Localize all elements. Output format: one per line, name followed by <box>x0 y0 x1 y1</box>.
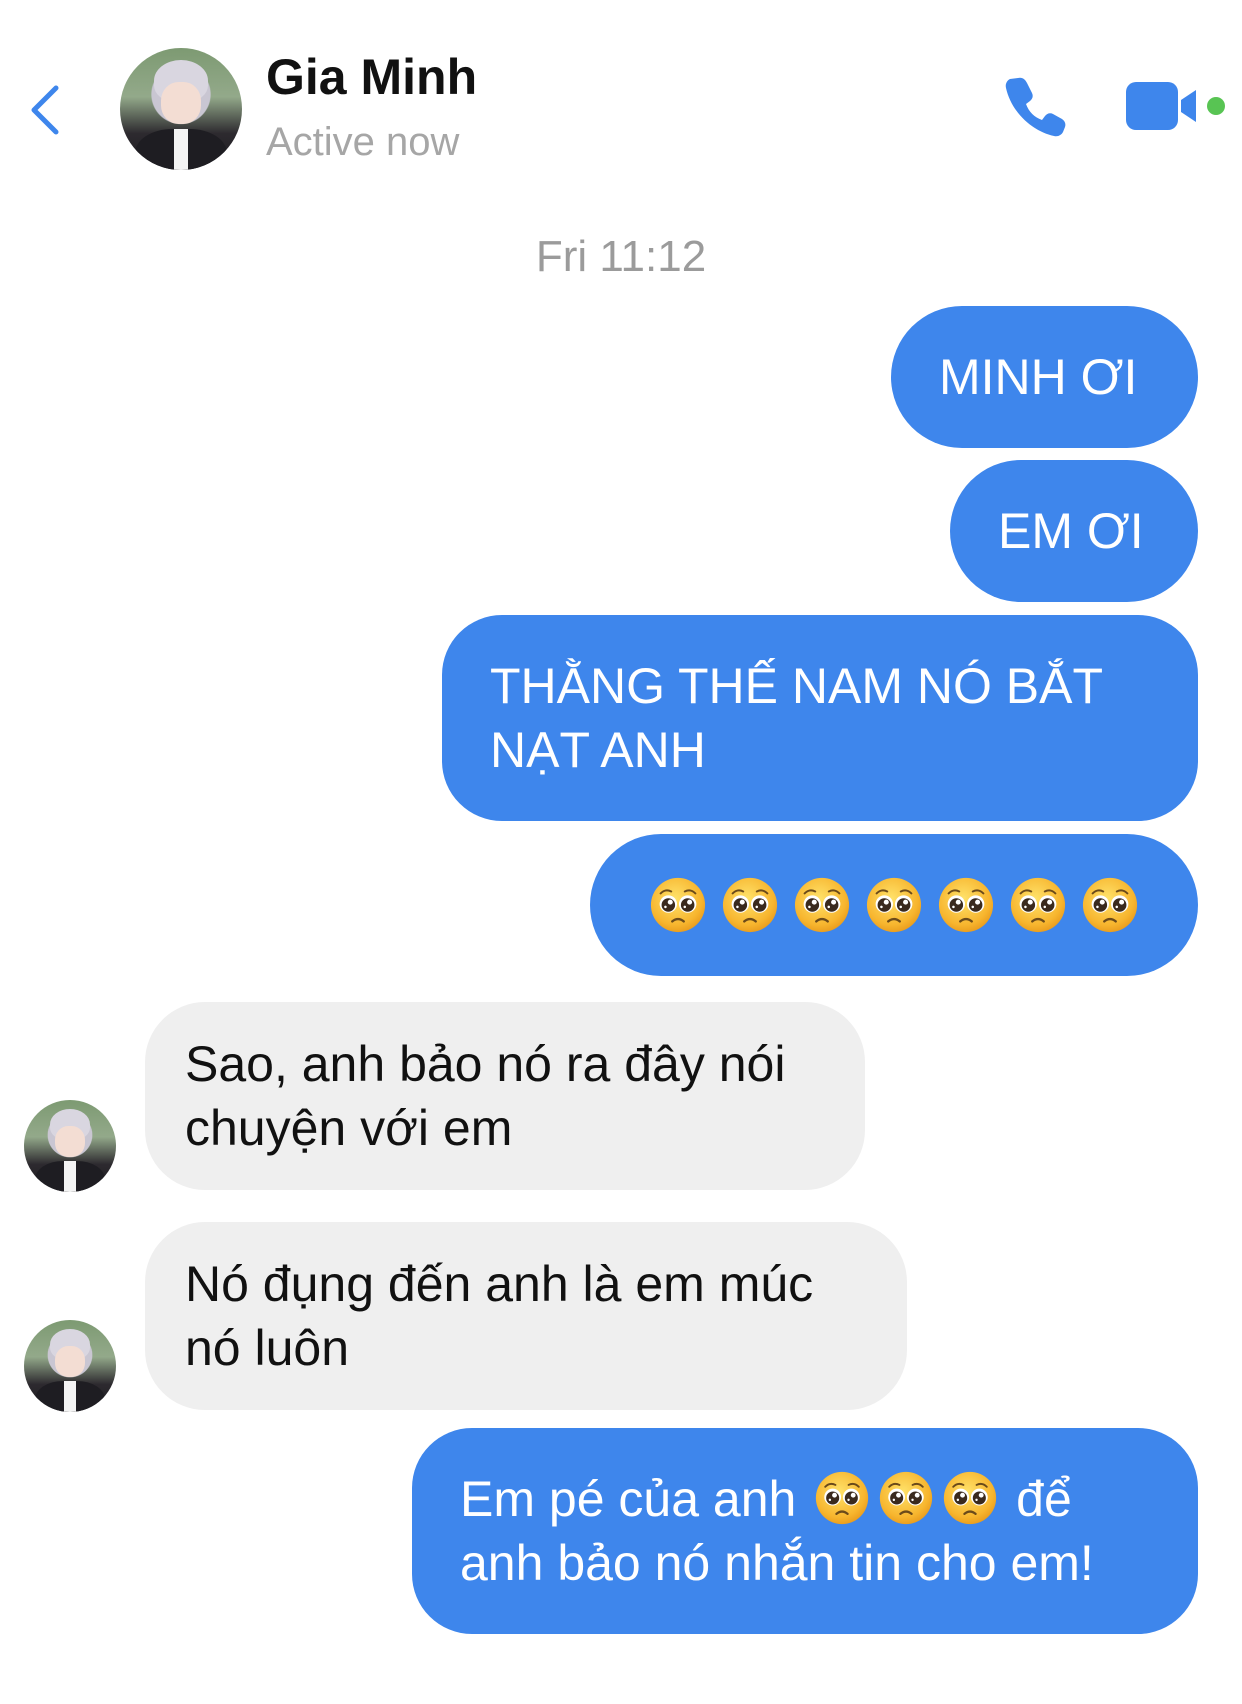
message-bubble-incoming[interactable]: Sao, anh bảo nó ra đây nói chuyện với em <box>145 1002 865 1190</box>
pleading-face-icon <box>721 876 779 934</box>
message-bubble-outgoing[interactable]: Em pé của anh để anh bảo nó nhắn tin cho… <box>412 1428 1198 1634</box>
message-bubble-outgoing[interactable]: MINH ƠI <box>891 306 1198 448</box>
message-bubble-outgoing[interactable]: EM ƠI <box>950 460 1198 602</box>
message-text-line: chuyện với em <box>185 1100 513 1156</box>
pleading-face-icon <box>942 1470 998 1526</box>
phone-icon[interactable] <box>1004 74 1068 138</box>
contact-avatar-small[interactable] <box>24 1320 116 1412</box>
message-text: MINH ƠI <box>939 349 1138 405</box>
message-timestamp: Fri 11:12 <box>535 232 707 281</box>
pleading-face-icon <box>937 876 995 934</box>
message-text-line: NẠT ANH <box>490 722 706 778</box>
message-text-line: nó luôn <box>185 1320 350 1376</box>
pleading-face-icon <box>878 1470 934 1526</box>
pleading-face-icon <box>1081 876 1139 934</box>
message-text: Em pé của anh <box>460 1471 797 1527</box>
message-text-line: Em pé của anh để <box>460 1467 1072 1531</box>
contact-avatar-small[interactable] <box>24 1100 116 1192</box>
chat-header: Gia Minh Active now <box>0 0 1242 190</box>
pleading-face-icon <box>793 876 851 934</box>
message-text-line: Nó đụng đến anh là em múc <box>185 1256 814 1312</box>
inline-emoji-group <box>810 1471 1002 1527</box>
message-text-line: THẰNG THẾ NAM NÓ BẮT <box>490 658 1104 714</box>
message-text: EM ƠI <box>998 503 1144 559</box>
pleading-face-icon <box>865 876 923 934</box>
message-text: để <box>1016 1471 1072 1527</box>
message-text-line: Sao, anh bảo nó ra đây nói <box>185 1036 786 1092</box>
pleading-face-icon <box>649 876 707 934</box>
chevron-left-icon[interactable] <box>26 80 66 140</box>
contact-name[interactable]: Gia Minh <box>266 48 477 106</box>
active-status: Active now <box>266 120 460 164</box>
message-bubble-outgoing[interactable]: THẰNG THẾ NAM NÓ BẮT NẠT ANH <box>442 615 1198 821</box>
message-text-line: anh bảo nó nhắn tin cho em! <box>460 1535 1094 1591</box>
message-bubble-outgoing[interactable] <box>590 834 1198 976</box>
emoji-row <box>630 876 1158 934</box>
message-bubble-incoming[interactable]: Nó đụng đến anh là em múc nó luôn <box>145 1222 907 1410</box>
pleading-face-icon <box>814 1470 870 1526</box>
video-camera-icon[interactable] <box>1126 78 1234 134</box>
online-indicator <box>1207 97 1225 115</box>
contact-avatar[interactable] <box>120 48 242 170</box>
pleading-face-icon <box>1009 876 1067 934</box>
